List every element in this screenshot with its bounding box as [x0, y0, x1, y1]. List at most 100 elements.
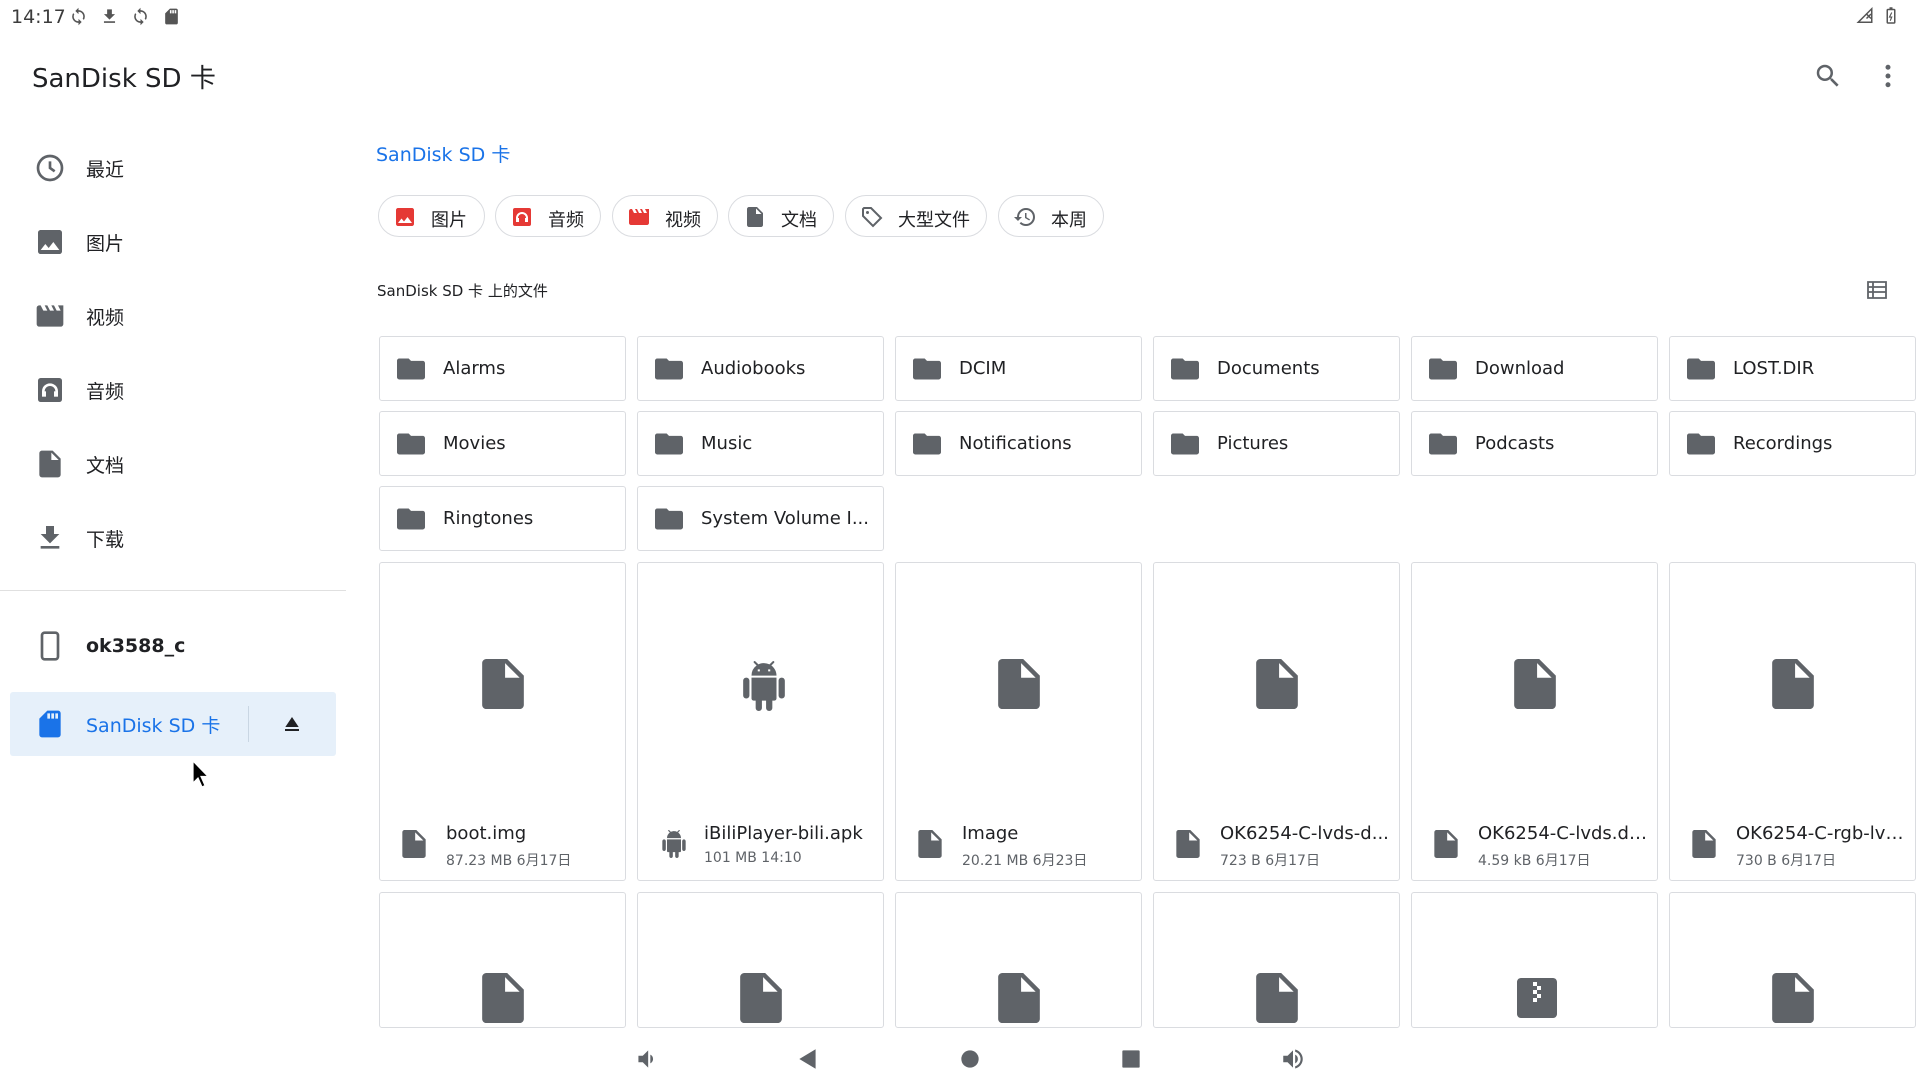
- folder-label: DCIM: [959, 358, 1007, 379]
- download-icon: [100, 7, 119, 26]
- folder-label: Documents: [1217, 358, 1320, 379]
- folder-item[interactable]: Podcasts: [1411, 411, 1658, 476]
- file-card[interactable]: [1153, 892, 1400, 1028]
- file-icon: [1176, 830, 1200, 858]
- folder-item[interactable]: Audiobooks: [637, 336, 884, 401]
- folder-item[interactable]: Movies: [379, 411, 626, 476]
- file-name: iBiliPlayer-bili.apk: [704, 823, 863, 844]
- file-name: OK6254-C-lvds.dt...: [1478, 823, 1648, 844]
- folder-item[interactable]: DCIM: [895, 336, 1142, 401]
- document-icon: [743, 205, 767, 229]
- chip-label: 图片: [431, 210, 467, 231]
- recents-icon[interactable]: [1118, 1046, 1144, 1072]
- sidebar-item-label: 视频: [86, 306, 125, 329]
- folder-label: LOST.DIR: [1733, 358, 1815, 379]
- file-card[interactable]: iBiliPlayer-bili.apk 101 MB 14:10: [637, 562, 884, 881]
- sidebar-item-label: 下载: [86, 528, 125, 551]
- folder-item[interactable]: Pictures: [1153, 411, 1400, 476]
- sidebar-item-images[interactable]: 图片: [10, 210, 336, 274]
- sidebar-item-label: 图片: [86, 232, 125, 255]
- video-icon: [34, 300, 66, 332]
- sidebar-item-documents[interactable]: 文档: [10, 432, 336, 496]
- eject-icon[interactable]: [280, 712, 304, 736]
- zip-icon: [1513, 973, 1557, 1023]
- headphones-icon: [34, 374, 66, 406]
- download-icon: [34, 522, 66, 554]
- sidebar-item-device-ok3588[interactable]: ok3588_c: [10, 614, 336, 678]
- file-card[interactable]: [637, 892, 884, 1028]
- file-icon: [1434, 830, 1458, 858]
- breadcrumb[interactable]: SanDisk SD 卡: [376, 140, 510, 167]
- file-meta: 4.59 kB 6月17日: [1478, 853, 1591, 869]
- file-name: OK6254-C-rgb-lvd...: [1736, 823, 1906, 844]
- file-card[interactable]: OK6254-C-rgb-lvd... 730 B 6月17日: [1669, 562, 1916, 881]
- back-icon[interactable]: [795, 1046, 821, 1072]
- file-thumbnail: [1670, 973, 1915, 1027]
- file-card[interactable]: [895, 892, 1142, 1028]
- chip-label: 文档: [781, 210, 817, 231]
- home-icon[interactable]: [957, 1046, 983, 1072]
- folder-icon: [1171, 432, 1199, 456]
- sidebar-item-downloads[interactable]: 下载: [10, 506, 336, 570]
- file-card[interactable]: [1411, 892, 1658, 1028]
- sidebar-item-label: SanDisk SD 卡: [86, 714, 221, 737]
- chip-this-week[interactable]: 本周: [998, 195, 1104, 237]
- more-vert-icon: [1873, 61, 1903, 91]
- more-options-button[interactable]: [1870, 58, 1906, 94]
- volume-down-icon[interactable]: [633, 1046, 659, 1072]
- signal-icon: [1856, 6, 1874, 25]
- file-card[interactable]: [1669, 892, 1916, 1028]
- folder-icon: [913, 357, 941, 381]
- search-button[interactable]: [1810, 58, 1846, 94]
- folder-label: Music: [701, 433, 753, 454]
- volume-up-icon[interactable]: [1280, 1046, 1306, 1072]
- file-name: boot.img: [446, 823, 527, 844]
- folder-icon: [1687, 357, 1715, 381]
- folder-icon: [1429, 357, 1457, 381]
- sidebar-item-sdcard[interactable]: SanDisk SD 卡: [10, 692, 336, 756]
- status-time: 14:17: [11, 6, 66, 28]
- chip-audio[interactable]: 音频: [495, 195, 601, 237]
- sidebar-item-videos[interactable]: 视频: [10, 284, 336, 348]
- list-view-icon[interactable]: [1864, 278, 1890, 302]
- folder-item[interactable]: System Volume I...: [637, 486, 884, 551]
- folder-icon: [655, 507, 683, 531]
- file-card[interactable]: Image 20.21 MB 6月23日: [895, 562, 1142, 881]
- file-meta: 87.23 MB 6月17日: [446, 853, 572, 869]
- sidebar-item-label: 文档: [86, 454, 125, 477]
- chip-documents[interactable]: 文档: [728, 195, 834, 237]
- folder-label: System Volume I...: [701, 508, 869, 529]
- file-card[interactable]: OK6254-C-lvds-d... 723 B 6月17日: [1153, 562, 1400, 881]
- folder-item[interactable]: Documents: [1153, 336, 1400, 401]
- file-card[interactable]: OK6254-C-lvds.dt... 4.59 kB 6月17日: [1411, 562, 1658, 881]
- file-card[interactable]: boot.img 87.23 MB 6月17日: [379, 562, 626, 881]
- folder-label: Alarms: [443, 358, 506, 379]
- folder-label: Podcasts: [1475, 433, 1555, 454]
- folder-item[interactable]: Notifications: [895, 411, 1142, 476]
- folder-icon: [1429, 432, 1457, 456]
- chip-label: 音频: [548, 210, 584, 231]
- folder-item[interactable]: Alarms: [379, 336, 626, 401]
- file-thumbnail: [1412, 973, 1657, 1027]
- folder-icon: [397, 357, 425, 381]
- folder-icon: [397, 507, 425, 531]
- chip-videos[interactable]: 视频: [612, 195, 718, 237]
- file-icon: [402, 830, 426, 858]
- folder-item[interactable]: Recordings: [1669, 411, 1916, 476]
- folder-item[interactable]: Music: [637, 411, 884, 476]
- android-icon: [660, 830, 688, 858]
- sidebar-item-recent[interactable]: 最近: [10, 136, 336, 200]
- file-card[interactable]: [379, 892, 626, 1028]
- chip-label: 大型文件: [898, 210, 970, 231]
- folder-item[interactable]: Ringtones: [379, 486, 626, 551]
- file-icon: [1513, 659, 1557, 709]
- app-title: SanDisk SD 卡: [32, 64, 216, 94]
- folder-item[interactable]: LOST.DIR: [1669, 336, 1916, 401]
- folder-icon: [1687, 432, 1715, 456]
- sidebar-item-audio[interactable]: 音频: [10, 358, 336, 422]
- chip-images[interactable]: 图片: [378, 195, 485, 237]
- folder-item[interactable]: Download: [1411, 336, 1658, 401]
- chip-large-files[interactable]: 大型文件: [845, 195, 987, 237]
- history-icon: [1013, 205, 1037, 229]
- file-thumbnail: [896, 563, 1141, 805]
